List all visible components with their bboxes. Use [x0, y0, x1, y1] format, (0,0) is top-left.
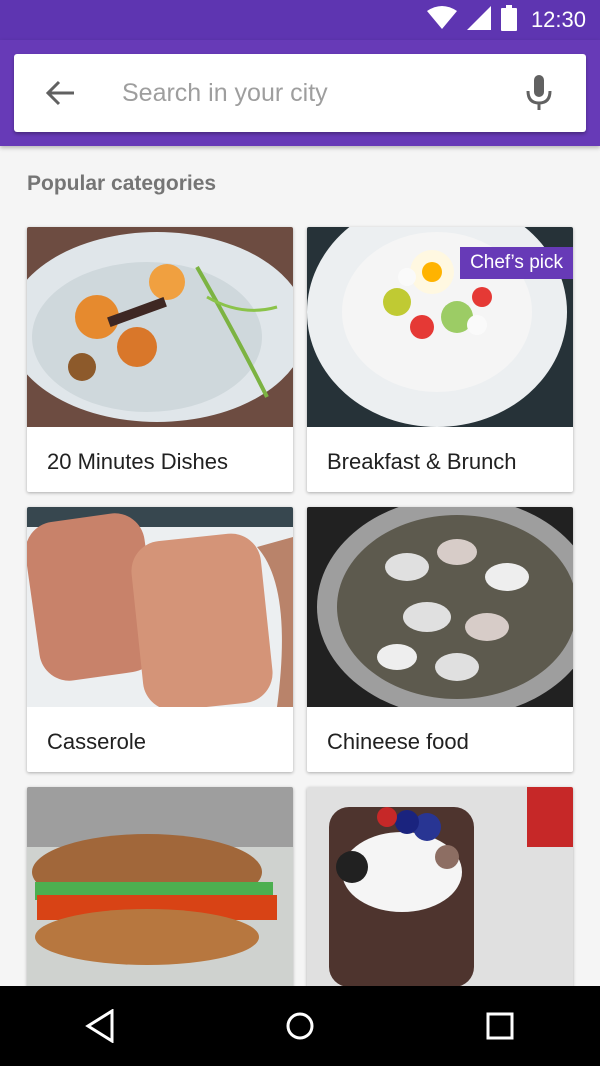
search-input[interactable] [120, 77, 484, 109]
battery-icon [500, 4, 517, 36]
category-card[interactable]: Casserole [27, 507, 293, 772]
category-image [27, 787, 293, 987]
category-image [27, 507, 293, 707]
app-bar [0, 40, 600, 146]
mic-icon[interactable] [516, 70, 562, 116]
navigation-bar [0, 986, 600, 1066]
category-label: Chineese food [327, 729, 469, 754]
nav-home-icon[interactable] [260, 986, 340, 1066]
category-label: Breakfast & Brunch [327, 449, 517, 474]
category-label: Casserole [47, 729, 147, 754]
nav-back-icon[interactable] [60, 986, 140, 1066]
category-card[interactable]: 20 Minutes Dishes [27, 227, 293, 492]
category-image [307, 507, 573, 707]
wifi-icon [426, 5, 457, 35]
status-time: 12:30 [530, 7, 586, 32]
category-image [307, 787, 573, 987]
category-card[interactable]: Chineese food [307, 507, 573, 772]
category-label: 20 Minutes Dishes [47, 449, 228, 474]
category-image [27, 227, 293, 427]
chefs-pick-badge: Chef’s pick [460, 247, 573, 279]
status-bar: 12:30 [0, 0, 600, 40]
section-title: Popular categories [27, 172, 217, 195]
arrow-back-icon[interactable] [38, 70, 84, 116]
signal-icon [466, 5, 491, 35]
category-card[interactable]: Chef’s pick Breakfast & Brunch [307, 227, 573, 492]
search-bar[interactable] [14, 54, 586, 132]
nav-recents-icon[interactable] [460, 986, 540, 1066]
